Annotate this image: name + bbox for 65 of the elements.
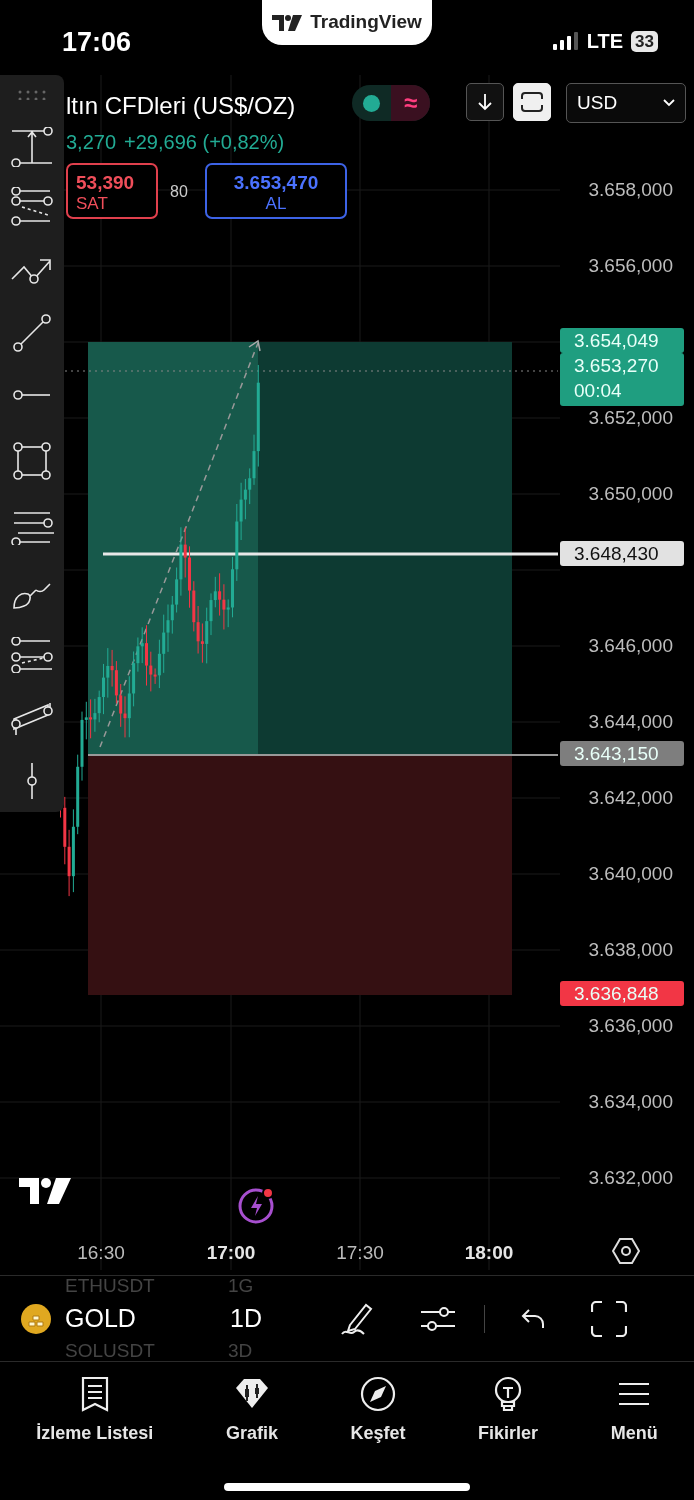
price-axis-label: 3.644,000 — [588, 711, 673, 733]
price-tag-value: 3.643,150 — [574, 742, 660, 766]
fib-lines-icon[interactable] — [10, 187, 54, 227]
compass-icon — [360, 1376, 396, 1412]
line-tool-icon[interactable] — [12, 313, 52, 353]
price-axis-label: 3.640,000 — [588, 863, 673, 885]
rectangle-tool-icon[interactable] — [12, 441, 52, 481]
price-axis-label: 3.636,000 — [588, 1015, 673, 1037]
banner-title: TradingView — [310, 10, 422, 35]
price-axis-label: 3.646,000 — [588, 635, 673, 657]
pin-line-icon[interactable] — [24, 763, 40, 799]
settings-icon[interactable] — [612, 1237, 640, 1265]
pitchfork-icon[interactable] — [10, 637, 54, 673]
price-axis-label: 3.656,000 — [588, 255, 673, 277]
logo-icon — [19, 1178, 71, 1204]
price-axis-label: 3.642,000 — [588, 787, 673, 809]
symbol-button[interactable]: GOLD — [65, 1299, 230, 1338]
spread-value: 80 — [170, 182, 188, 202]
drag-handle-icon[interactable] — [18, 90, 46, 100]
time-axis-label: 17:00 — [206, 1241, 256, 1265]
price-axis-label: 3.632,000 — [588, 1167, 673, 1189]
chevron-down-icon — [663, 99, 675, 107]
ray-icon[interactable] — [12, 389, 52, 401]
nav-tab[interactable]: İzleme Listesi — [36, 1376, 154, 1447]
currency-select[interactable]: USD — [566, 83, 686, 123]
down-arrow-icon — [478, 93, 492, 111]
nav-tab[interactable]: Fikirler — [478, 1376, 539, 1447]
price-axis-label: 3.658,000 — [588, 179, 673, 201]
arrow-head-icon — [248, 339, 261, 352]
time-axis-label: 18:00 — [464, 1241, 514, 1265]
fullscreen-icon[interactable] — [591, 1300, 627, 1337]
price-axis-label: 3.638,000 — [588, 939, 673, 961]
price-axis-label: 3.650,000 — [588, 483, 673, 505]
measure-icon[interactable] — [10, 127, 54, 167]
price-tag-value: 3.653,270 — [574, 354, 660, 378]
sell-button[interactable]: 53,390 SAT — [66, 163, 158, 219]
logo-icon — [272, 14, 303, 31]
countdown-timer: 00:04 — [574, 379, 623, 403]
symbol-title[interactable]: ltın CFDleri (US$/OZ) — [66, 88, 296, 124]
session-status[interactable]: ≈ — [352, 85, 430, 121]
nav-tab[interactable]: Grafik — [225, 1376, 278, 1447]
bullion-icon — [20, 1302, 52, 1335]
price-axis-label: 3.634,000 — [588, 1091, 673, 1113]
last-price: 3,270 — [66, 130, 117, 155]
undo-icon[interactable] — [521, 1307, 545, 1330]
interval-button[interactable]: 1D — [230, 1299, 340, 1338]
price-axis-label: 3.652,000 — [588, 407, 673, 429]
clock-time: 17:06 — [62, 26, 132, 59]
download-button[interactable] — [466, 83, 504, 121]
signal-icon — [552, 32, 579, 50]
time-axis-label: 16:30 — [77, 1241, 125, 1265]
session-mark: ≈ — [391, 85, 430, 121]
battery-level: 33 — [631, 30, 658, 52]
price-tag-value: 3.654,049 — [574, 329, 660, 353]
time-axis-label: 17:30 — [336, 1241, 384, 1265]
network-label: LTE — [586, 29, 624, 54]
buy-button[interactable]: 3.653,470 AL — [205, 163, 347, 219]
frame-button[interactable] — [513, 83, 551, 121]
price-tag-value: 3.636,848 — [574, 982, 660, 1006]
nav-tab[interactable]: Menü — [610, 1376, 658, 1447]
nav-tab[interactable]: Keşfet — [350, 1376, 406, 1447]
price-change: +29,696 (+0,82%) — [124, 130, 285, 155]
parallel-lines-icon[interactable] — [10, 509, 54, 545]
frame-icon — [521, 92, 543, 112]
price-tag-value: 3.648,430 — [574, 542, 660, 566]
